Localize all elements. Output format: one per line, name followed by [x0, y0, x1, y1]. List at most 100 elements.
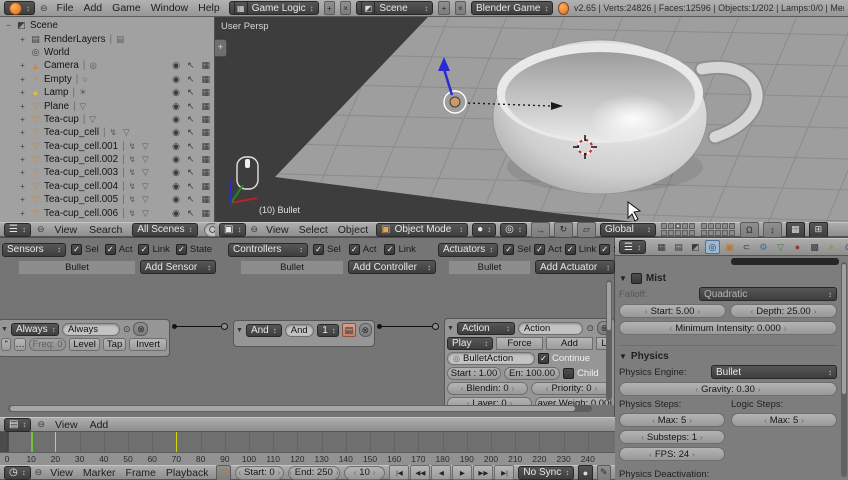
restrict-select-icon[interactable]: ↖ — [187, 194, 195, 205]
filter-link-checkbox[interactable]: ✓ Link — [564, 244, 596, 255]
restrict-select-icon[interactable]: ↖ — [187, 141, 195, 152]
delete-sensor-icon[interactable]: ⊗ — [133, 322, 149, 336]
props-tab-modifiers-icon[interactable]: ⚙ — [756, 240, 771, 254]
menu-add[interactable]: Add — [86, 419, 113, 431]
menu-playback[interactable]: Playback — [162, 467, 213, 479]
logic-vertical-scrollbar[interactable] — [606, 280, 612, 400]
restrict-select-icon[interactable]: ↖ — [187, 167, 195, 178]
layer-cell-9[interactable] — [681, 230, 688, 236]
menu-help[interactable]: Help — [194, 2, 224, 14]
manipulator-translate-icon[interactable]: → — [530, 221, 550, 238]
restrict-view-icon[interactable]: ◉ — [172, 181, 180, 192]
outliner-item-tea-cup-cell-002[interactable]: + ▽ Tea-cup_cell.002 | ↯ ▽ ◉ ↖ ▦ — [0, 153, 215, 166]
restrict-render-icon[interactable]: ▦ — [201, 101, 210, 112]
props-tab-constraints-icon[interactable]: ⊂ — [739, 240, 754, 254]
outliner-item-tea-cup[interactable]: + ▽ Tea-cup | ▽ ◉ ↖ ▦ — [0, 113, 215, 126]
add-sensor-button[interactable]: Add Sensor ↕ — [140, 260, 216, 274]
panel-collapse-icon[interactable]: ⊖ — [37, 419, 45, 430]
restrict-select-icon[interactable]: ↖ — [187, 181, 195, 192]
layer-cell-4[interactable] — [681, 223, 688, 229]
restrict-render-icon[interactable]: ▦ — [201, 167, 210, 178]
sequencer-track-area[interactable] — [0, 432, 615, 452]
substeps-field[interactable]: ‹ Substeps: 1 › — [619, 430, 725, 444]
outliner-item-scene[interactable]: − ◩ Scene — [0, 19, 215, 32]
layer-cell-6[interactable] — [660, 230, 667, 236]
controller-name-field[interactable]: And — [284, 323, 315, 337]
filter-sel-checkbox[interactable]: ✓ Sel — [313, 244, 341, 255]
restrict-view-icon[interactable]: ◉ — [172, 127, 180, 138]
pin-icon[interactable]: ⊙ — [586, 323, 594, 334]
fps-field[interactable]: ‹ FPS: 24 › — [619, 447, 725, 461]
panel-collapse-icon[interactable]: ⊖ — [37, 224, 45, 235]
start-frame-input[interactable]: ‹ Start: 0 › — [234, 465, 284, 480]
outliner-item-tea-cup-cell-005[interactable]: + ▽ Tea-cup_cell.005 | ↯ ▽ ◉ ↖ ▦ — [0, 193, 215, 206]
frequency-field[interactable]: ‹Freq: 0› — [28, 338, 67, 351]
pulse-true-icon[interactable]: " — [1, 338, 12, 351]
restrict-render-icon[interactable]: ▦ — [201, 154, 210, 165]
layer-cell-16[interactable] — [700, 230, 707, 236]
restrict-select-icon[interactable]: ↖ — [187, 114, 195, 125]
layer-cell-19[interactable] — [721, 230, 728, 236]
menu-select[interactable]: Select — [295, 224, 332, 236]
actuator-name-field[interactable]: Action — [517, 321, 584, 335]
restrict-view-icon[interactable]: ◉ — [172, 208, 180, 219]
properties-editor-selector[interactable]: ☰ ↕ — [619, 240, 646, 254]
sensors-filter-selector[interactable]: Sensors ↕ — [2, 242, 66, 257]
sensor-type-dropdown[interactable]: Always ↕ — [10, 322, 59, 336]
add-button[interactable]: Add — [546, 337, 593, 350]
outliner-item-tea-cup-cell-004[interactable]: + ▽ Tea-cup_cell.004 | ↯ ▽ ◉ ↖ ▦ — [0, 180, 215, 193]
controller-node-and[interactable]: ▼ And ↕ And 1 ↕ ▤ ⊗ — [233, 320, 375, 347]
physics-max-field[interactable]: ‹ Max: 5 › — [619, 413, 725, 427]
blendin-field[interactable]: ‹ Blendin: 0 › — [447, 382, 528, 395]
add-actuator-button[interactable]: Add Actuator ↕ — [535, 260, 615, 274]
render-opengl-icon[interactable]: ▦ — [785, 221, 805, 238]
outliner-item-empty[interactable]: + + Empty | ○ ◉ ↖ ▦ — [0, 73, 215, 86]
filter-link-checkbox[interactable]: ✓ Link — [384, 244, 416, 255]
mist-min-intensity-field[interactable]: ‹ Minimum Intensity: 0.000 › — [619, 321, 837, 335]
outliner-item-tea-cup-cell-006[interactable]: + ▽ Tea-cup_cell.006 | ↯ ▽ ◉ ↖ ▦ — [0, 206, 215, 219]
expand-icon[interactable]: + — [18, 35, 27, 44]
menu-view[interactable]: View — [51, 419, 82, 431]
manipulator-scale-icon[interactable]: ▱ — [576, 221, 596, 238]
restrict-view-icon[interactable]: ◉ — [172, 101, 180, 112]
start-frame-field[interactable]: ‹Start : 1.00› — [447, 367, 501, 380]
panel-collapse-icon[interactable]: ⊖ — [35, 467, 43, 478]
panel-collapse-icon[interactable]: ⊖ — [40, 3, 48, 14]
mist-start-field[interactable]: ‹ Start: 5.00 › — [619, 304, 726, 318]
restrict-render-icon[interactable]: ▦ — [201, 208, 210, 219]
layer-cell-14[interactable] — [721, 223, 728, 229]
playback-jump-to-start-button[interactable]: |◀ — [389, 465, 410, 480]
logic-horizontal-scrollbar[interactable] — [8, 405, 592, 412]
layer-cell-8[interactable] — [674, 230, 681, 236]
props-tab-particles-icon[interactable]: ∗ — [824, 240, 839, 254]
viewport-editor-selector[interactable]: ▣ ↕ — [219, 222, 247, 237]
screen-layout-selector[interactable]: ▦ Game Logic ↕ — [228, 1, 319, 15]
expand-icon[interactable]: + — [18, 195, 27, 204]
menu-view[interactable]: View — [262, 224, 293, 236]
snap-element-selector[interactable]: ↕ — [762, 221, 782, 238]
restrict-select-icon[interactable]: ↖ — [187, 154, 195, 165]
frame-ruler[interactable]: 0 10 20 30 40 50 60 70 80 90 100 110 120 130 140 150 160… — [0, 452, 615, 466]
layer-cell-3[interactable] — [674, 223, 681, 229]
controller-input-socket[interactable] — [221, 323, 228, 330]
restrict-view-icon[interactable]: ◉ — [172, 74, 180, 85]
menu-file[interactable]: File — [53, 2, 78, 14]
end-frame-input[interactable]: ‹ End: 250 › — [287, 465, 340, 480]
pin-icon[interactable]: ⊙ — [123, 324, 131, 335]
action-datablock-field[interactable]: ◎ BulletAction — [447, 352, 535, 365]
props-tab-scene-icon[interactable]: ◩ — [688, 240, 703, 254]
logic-node-canvas[interactable]: ▼ Always↕ Always ⊙ ⊗ " … ‹Freq: 0› Level… — [0, 276, 615, 405]
restrict-view-icon[interactable]: ◉ — [172, 114, 180, 125]
restrict-view-icon[interactable]: ◉ — [172, 167, 180, 178]
mist-enable-checkbox[interactable]: ✓ — [630, 273, 642, 284]
layer-cell-15[interactable] — [728, 223, 735, 229]
restrict-render-icon[interactable]: ▦ — [201, 114, 210, 125]
timeline-editor-selector[interactable]: ◷ ↕ — [4, 465, 31, 480]
restrict-render-icon[interactable]: ▦ — [201, 194, 210, 205]
falloff-dropdown[interactable]: Quadratic ↕ — [699, 287, 837, 301]
props-tab-world-icon[interactable]: ◎ — [704, 240, 720, 254]
restrict-select-icon[interactable]: ↖ — [187, 74, 195, 85]
actuator-type-dropdown[interactable]: Action ↕ — [456, 321, 515, 335]
restrict-view-icon[interactable]: ◉ — [172, 141, 180, 152]
gravity-field[interactable]: ‹ Gravity: 0.30 › — [619, 382, 837, 396]
